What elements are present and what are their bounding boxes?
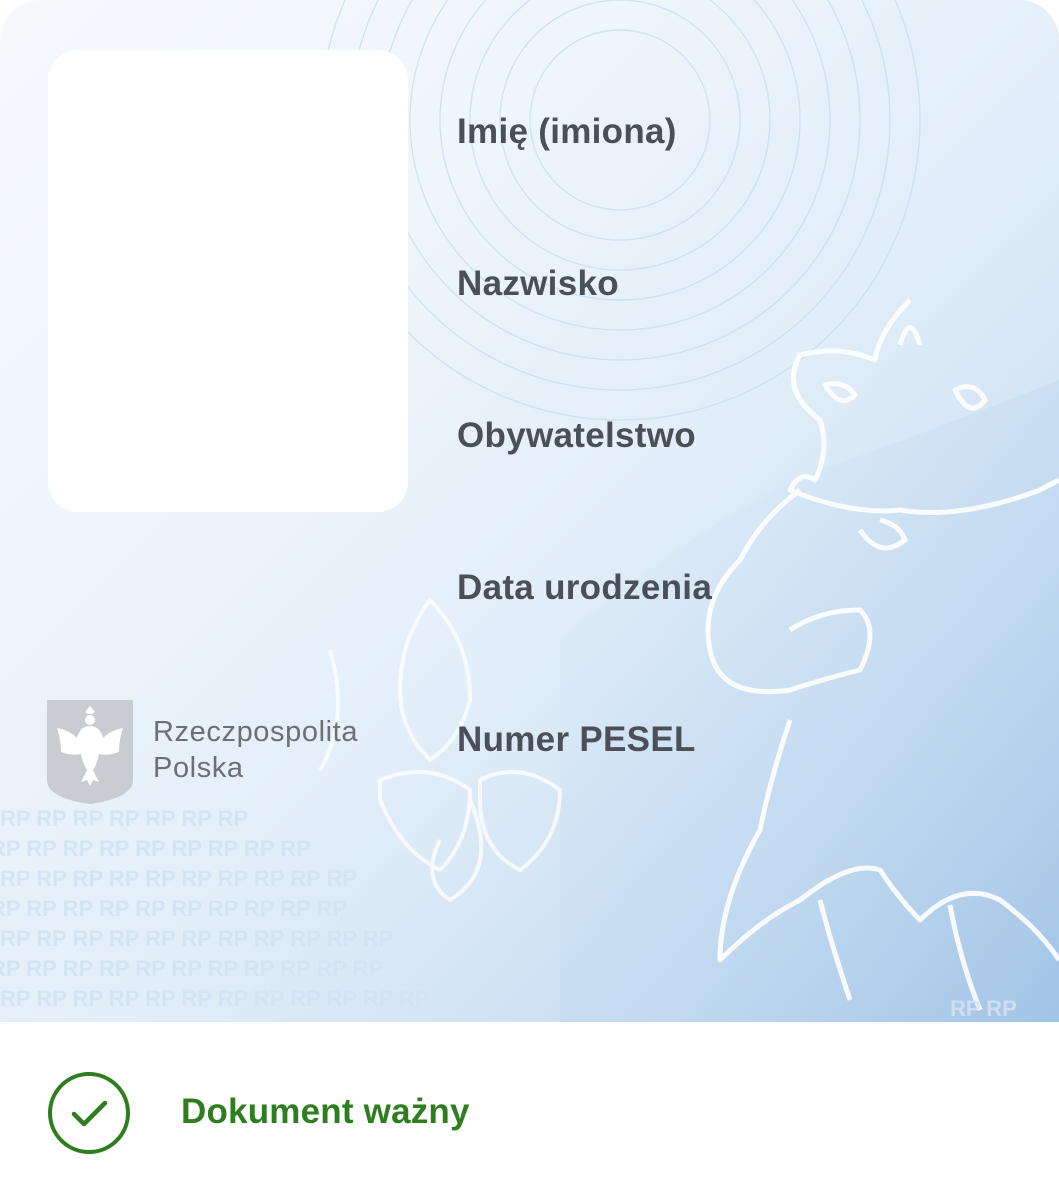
document-status-label: Dokument ważny [181,1092,470,1131]
field-label-pesel: Numer PESEL [457,720,696,759]
svg-text:RP RP: RP RP [950,996,1017,1021]
country-name-line2: Polska [153,752,244,784]
country-name: Rzeczpospolita Polska [153,714,358,786]
checkmark-circle-icon [48,1072,130,1154]
field-label-surname: Nazwisko [457,264,619,303]
svg-text:RP RP RP RP RP RP RP: RP RP RP RP RP RP RP [0,806,248,831]
svg-text:RP RP RP RP RP RP RP RP RP RP: RP RP RP RP RP RP RP RP RP RP RP RP [0,986,430,1011]
svg-text:RP RP RP RP RP RP RP RP RP RP: RP RP RP RP RP RP RP RP RP RP [0,896,347,921]
country-emblem-block: Rzeczpospolita Polska [47,700,387,804]
field-label-date-of-birth: Data urodzenia [457,568,713,607]
document-status-bar: Dokument ważny [0,1022,1059,1202]
photo-placeholder [48,50,408,512]
field-label-first-names: Imię (imiona) [457,112,677,151]
country-name-line1: Rzeczpospolita [153,716,359,748]
field-label-citizenship: Obywatelstwo [457,416,696,455]
svg-text:RP RP RP RP RP RP RP RP RP: RP RP RP RP RP RP RP RP RP [0,836,311,861]
id-card-screen: RP RP RP RP RP RP RP RP RP RP RP RP RP R… [0,0,1059,1202]
svg-text:RP RP RP RP RP RP RP RP RP RP: RP RP RP RP RP RP RP RP RP RP RP [0,926,393,951]
svg-text:RP RP RP RP RP RP RP RP RP RP: RP RP RP RP RP RP RP RP RP RP [0,866,357,891]
polish-eagle-emblem-icon [47,700,133,804]
svg-text:RP RP RP RP RP RP RP RP RP RP: RP RP RP RP RP RP RP RP RP RP RP [0,956,383,981]
id-document-card[interactable]: RP RP RP RP RP RP RP RP RP RP RP RP RP R… [0,0,1059,1022]
